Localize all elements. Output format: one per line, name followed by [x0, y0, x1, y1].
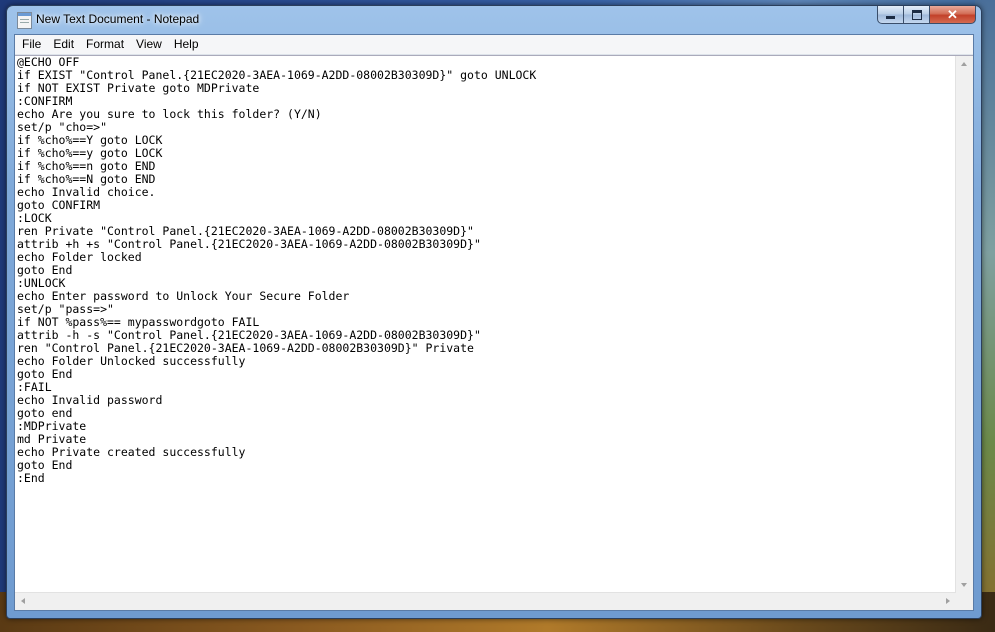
- text-line: if %cho%==n goto END: [17, 159, 156, 173]
- maximize-icon: [911, 9, 922, 20]
- text-line: goto CONFIRM: [17, 198, 101, 212]
- horizontal-scrollbar[interactable]: [15, 592, 956, 610]
- text-line: if %cho%==N goto END: [17, 172, 156, 186]
- text-line: echo Folder Unlocked successfully: [17, 354, 246, 368]
- text-line: attrib +h +s "Control Panel.{21EC2020-3A…: [17, 237, 481, 251]
- scroll-down-icon[interactable]: [961, 583, 967, 587]
- notepad-icon[interactable]: [17, 12, 32, 29]
- text-editor[interactable]: @ECHO OFF if EXIST "Control Panel.{21EC20…: [15, 55, 973, 610]
- menu-file[interactable]: File: [16, 35, 47, 54]
- text-line: echo Invalid choice.: [17, 185, 156, 199]
- text-line: goto End: [17, 458, 73, 472]
- menu-edit[interactable]: Edit: [47, 35, 80, 54]
- text-line: :MDPrivate: [17, 419, 87, 433]
- scroll-right-icon[interactable]: [946, 598, 950, 604]
- menu-help[interactable]: Help: [168, 35, 205, 54]
- close-button[interactable]: ✕: [930, 6, 976, 24]
- minimize-button[interactable]: [877, 6, 904, 24]
- text-line: if %cho%==y goto LOCK: [17, 146, 163, 160]
- text-line: echo Private created successfully: [17, 445, 246, 459]
- text-line: goto end: [17, 406, 73, 420]
- close-icon: ✕: [947, 6, 958, 22]
- menu-format[interactable]: Format: [80, 35, 130, 54]
- text-line: echo Folder locked: [17, 250, 142, 264]
- caption-buttons: ✕: [877, 6, 976, 25]
- scroll-left-icon[interactable]: [21, 598, 25, 604]
- text-line: :End: [17, 471, 45, 485]
- text-line: echo Invalid password: [17, 393, 163, 407]
- window-title: New Text Document - Notepad: [36, 12, 200, 26]
- scroll-up-icon[interactable]: [961, 62, 967, 66]
- window-client-area: File Edit Format View Help @ECHO OFF if E…: [14, 34, 974, 611]
- text-line: echo Are you sure to lock this folder? (…: [17, 107, 322, 121]
- text-content[interactable]: @ECHO OFF if EXIST "Control Panel.{21EC20…: [17, 56, 956, 593]
- text-line: if NOT EXIST Private goto MDPrivate: [17, 81, 260, 95]
- title-bar[interactable]: New Text Document - Notepad ✕: [7, 6, 981, 32]
- text-line: goto End: [17, 263, 73, 277]
- text-line: echo Enter password to Unlock Your Secur…: [17, 289, 350, 303]
- maximize-button[interactable]: [904, 6, 930, 24]
- text-line: goto End: [17, 367, 73, 381]
- menu-view[interactable]: View: [130, 35, 168, 54]
- notepad-window: New Text Document - Notepad ✕ File Edit …: [6, 5, 982, 619]
- scrollbar-corner: [956, 593, 973, 610]
- vertical-scrollbar[interactable]: [955, 56, 973, 593]
- minimize-icon: [886, 16, 895, 19]
- menu-bar: File Edit Format View Help: [15, 35, 973, 55]
